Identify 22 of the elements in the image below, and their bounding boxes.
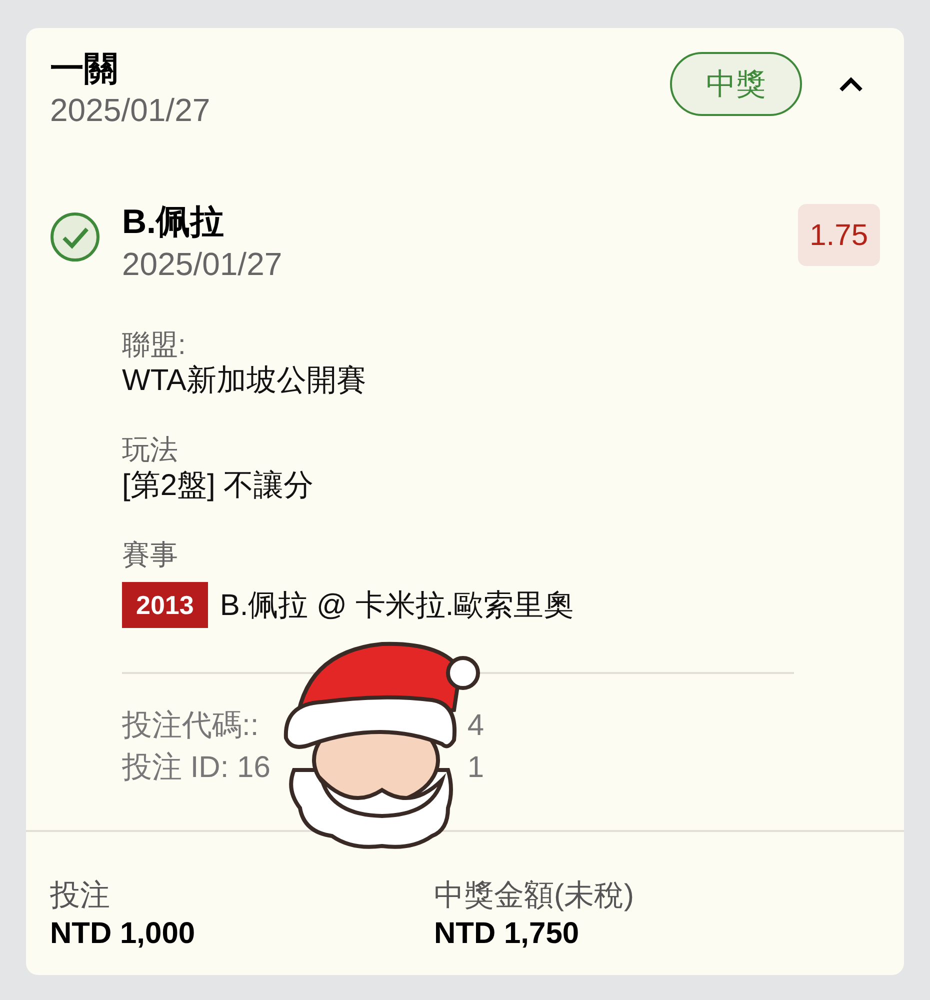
detail-value: WTA新加坡公開賽 [122,363,368,399]
odds-badge: 1.75 [798,204,880,266]
detail-label: 賽事 [122,538,179,572]
detail-label: 玩法 [122,433,179,467]
summary-value: NTD 1,750 [434,916,580,952]
selection-name: B.佩拉 [122,202,225,243]
event-code-tag: 2013 [122,582,208,628]
event-match: B.佩拉 @ 卡米拉.歐索里奧 [220,588,574,624]
summary-label: 投注 [50,878,111,914]
selection-date: 2025/01/27 [122,245,284,284]
bet-info-text: 投注 ID: 16 [122,750,270,786]
summary-label: 中獎金額(未稅) [434,878,635,914]
bet-info-text: 4 [467,708,484,744]
bet-info-text: 1 [467,750,484,786]
summary-value: NTD 1,000 [50,916,196,952]
status-badge: 中獎 [670,52,802,116]
card-date: 2025/01/27 [50,91,210,130]
card-title: 一關 [50,49,119,90]
chevron-up-icon[interactable] [838,76,864,92]
detail-label: 聯盟: [122,328,187,362]
bet-info-text: 投注代碼:: [122,708,259,744]
detail-value: [第2盤] 不讓分 [122,468,315,504]
